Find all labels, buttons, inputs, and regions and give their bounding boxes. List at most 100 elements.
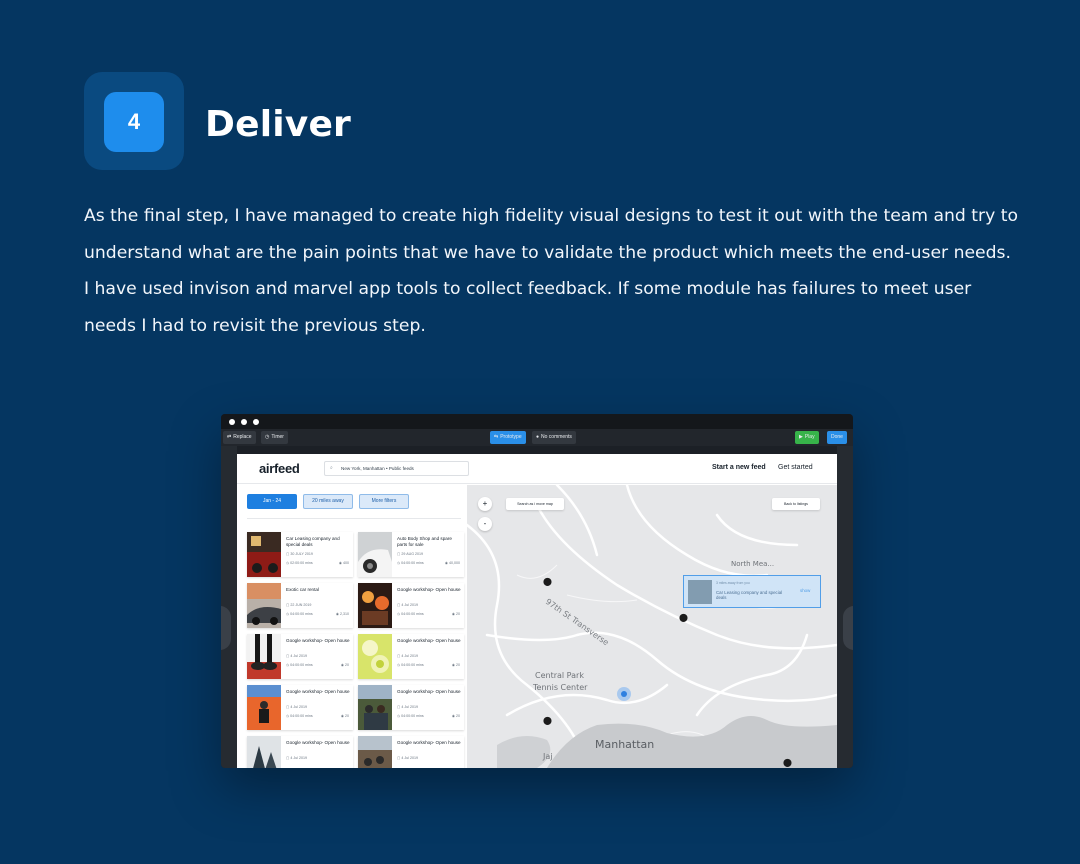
map-roads: [467, 485, 837, 768]
description-line: I have used invison and marvel app tools…: [84, 279, 972, 299]
event-thumbnail: [358, 634, 392, 679]
feed-card[interactable]: Google workshop- Open house ▢ 4 Jul 2019…: [358, 634, 464, 679]
event-thumbnail: [358, 583, 392, 628]
views-text: 2,310: [340, 612, 349, 616]
feed-card[interactable]: Car Leasing company and special deals ▢ …: [247, 532, 353, 577]
card-title: Google workshop- Open house: [286, 740, 350, 745]
card-duration: ◷ 04:00:00 mins: [397, 612, 424, 616]
get-started-link[interactable]: Get started: [778, 464, 813, 471]
map-pin-icon[interactable]: ⬤: [783, 758, 792, 767]
map-pin-icon[interactable]: ⬤: [543, 577, 552, 586]
event-thumbnail: [247, 634, 281, 679]
map-pin-icon[interactable]: ⬤: [543, 716, 552, 725]
feed-card[interactable]: Auto Body Shop and spare parts for sale …: [358, 532, 464, 577]
date-filter-chip[interactable]: Jan - 24: [247, 494, 297, 509]
prototype-toolbar: ⇄ Replace ◷ Timer ⇆ Prototype ● No comments …: [221, 429, 853, 446]
window-titlebar: [221, 414, 853, 429]
views-text: 20: [456, 714, 460, 718]
airfeed-logo[interactable]: airfeed: [259, 461, 300, 476]
card-duration: ◷ 04:00:00 mins: [286, 663, 313, 667]
date-text: 4 Jul 2019: [290, 705, 307, 709]
event-thumbnail: [358, 685, 392, 730]
event-thumbnail: [247, 685, 281, 730]
date-text: 4 Jul 2019: [401, 705, 418, 709]
done-button[interactable]: Done: [827, 431, 847, 444]
search-icon: ⌕: [330, 465, 333, 471]
card-title: Google workshop- Open house: [397, 587, 461, 592]
map-pin-icon[interactable]: ⬤: [679, 613, 688, 622]
airfeed-app: airfeed ⌕ New York, Manhattan • Public f…: [237, 454, 837, 768]
start-new-feed-link[interactable]: Start a new feed: [712, 464, 766, 471]
card-views: ◉ 400: [338, 561, 349, 565]
views-text: 20: [345, 663, 349, 667]
duration-text: 04:00:00 mins: [401, 561, 424, 565]
place-label: Central Park: [535, 671, 584, 680]
duration-text: 02:00:00 mins: [290, 561, 313, 565]
map-preview-popup[interactable]: 3 miles away from you Car Leasing compan…: [683, 575, 821, 608]
replace-button[interactable]: ⇄ Replace: [223, 431, 256, 444]
zoom-in-button[interactable]: +: [478, 497, 492, 511]
card-date: ▢ 4 Jul 2019: [286, 756, 307, 760]
card-date: ▢ 30 JULY 2019: [286, 552, 313, 556]
timer-label: Timer: [271, 434, 284, 440]
views-text: 40,000: [449, 561, 460, 565]
card-views: ◉ 20: [340, 663, 349, 667]
card-title: Auto Body Shop and spare parts for sale: [397, 536, 452, 547]
play-button[interactable]: ▶ Play: [795, 431, 819, 444]
more-filters-chip[interactable]: More filters: [359, 494, 409, 509]
feed-card[interactable]: Google workshop- Open house ▢ 4 Jul 2019…: [358, 685, 464, 730]
step-description: As the final step, I have managed to cre…: [84, 198, 1018, 344]
duration-text: 04:00:00 mins: [401, 663, 424, 667]
card-title: Exotic car rental: [286, 587, 319, 592]
window-dot[interactable]: [229, 419, 235, 425]
current-location-icon: [617, 687, 631, 701]
window-dot[interactable]: [241, 419, 247, 425]
step-title: Deliver: [205, 104, 352, 145]
feed-card[interactable]: Google workshop- Open house ▢ 4 Jul 2019…: [247, 634, 353, 679]
popup-show-link[interactable]: show: [800, 588, 810, 593]
back-to-listings-button[interactable]: Back to listings: [772, 498, 820, 510]
duration-text: 04:00:00 mins: [290, 612, 313, 616]
location-search-input[interactable]: ⌕ New York, Manhattan • Public feeds: [324, 461, 469, 476]
card-date: ▢ 4 Jul 2019: [397, 654, 418, 658]
feed-card[interactable]: Exotic car rental ▢ 22 JUN 2019 ◷ 04:00:…: [247, 583, 353, 628]
card-date: ▢ 4 Jul 2019: [397, 705, 418, 709]
borough-label: Manhattan: [595, 738, 655, 751]
card-duration: ◷ 04:00:00 mins: [286, 714, 313, 718]
card-date: ▢ 4 Jul 2019: [286, 654, 307, 658]
feed-card[interactable]: Google workshop- Open house ▢ 4 Jul 2019: [358, 736, 464, 768]
distance-filter-chip[interactable]: 20 miles away: [303, 494, 353, 509]
next-screen-arrow-icon[interactable]: ›: [843, 606, 853, 650]
prototype-icon: ⇆: [494, 434, 499, 440]
feed-list: Car Leasing company and special deals ▢ …: [247, 532, 467, 768]
popup-thumbnail: [688, 580, 712, 604]
replace-label: Replace: [233, 434, 252, 440]
date-text: 22 JUN 2019: [290, 603, 312, 607]
feed-card[interactable]: Google workshop- Open house ▢ 4 Jul 2019…: [358, 583, 464, 628]
zoom-out-button[interactable]: -: [478, 517, 492, 531]
card-title: Google workshop- Open house: [286, 638, 350, 643]
place-label: Jaj: [543, 752, 553, 761]
feed-card[interactable]: Google workshop- Open house ▢ 4 Jul 2019…: [247, 685, 353, 730]
prototype-label: Prototype: [500, 434, 522, 440]
logo-text: airfeed: [259, 461, 300, 476]
location-dot: [621, 691, 627, 697]
description-line: needs I had to revisit the previous step…: [84, 315, 426, 336]
map-view[interactable]: + - Search as i move map Back to listing…: [467, 485, 837, 768]
search-as-move-toggle[interactable]: Search as i move map: [506, 498, 564, 510]
swap-icon: ⇄: [227, 434, 232, 440]
feed-card[interactable]: Google workshop- Open house ▢ 4 Jul 2019: [247, 736, 353, 768]
prev-screen-arrow-icon[interactable]: ‹: [221, 606, 231, 650]
prototype-button[interactable]: ⇆ Prototype: [490, 431, 526, 444]
comments-button[interactable]: ● No comments: [532, 431, 576, 444]
window-dot[interactable]: [253, 419, 259, 425]
card-duration: ◷ 04:00:00 mins: [286, 612, 313, 616]
date-text: 4 Jul 2019: [401, 756, 418, 760]
card-views: ◉ 20: [451, 663, 460, 667]
prototype-window: ⇄ Replace ◷ Timer ⇆ Prototype ● No comments …: [221, 414, 853, 768]
card-date: ▢ 4 Jul 2019: [397, 603, 418, 607]
views-text: 20: [345, 714, 349, 718]
card-views: ◉ 20: [451, 612, 460, 616]
date-text: 30 JULY 2019: [290, 552, 313, 556]
timer-button[interactable]: ◷ Timer: [261, 431, 288, 444]
